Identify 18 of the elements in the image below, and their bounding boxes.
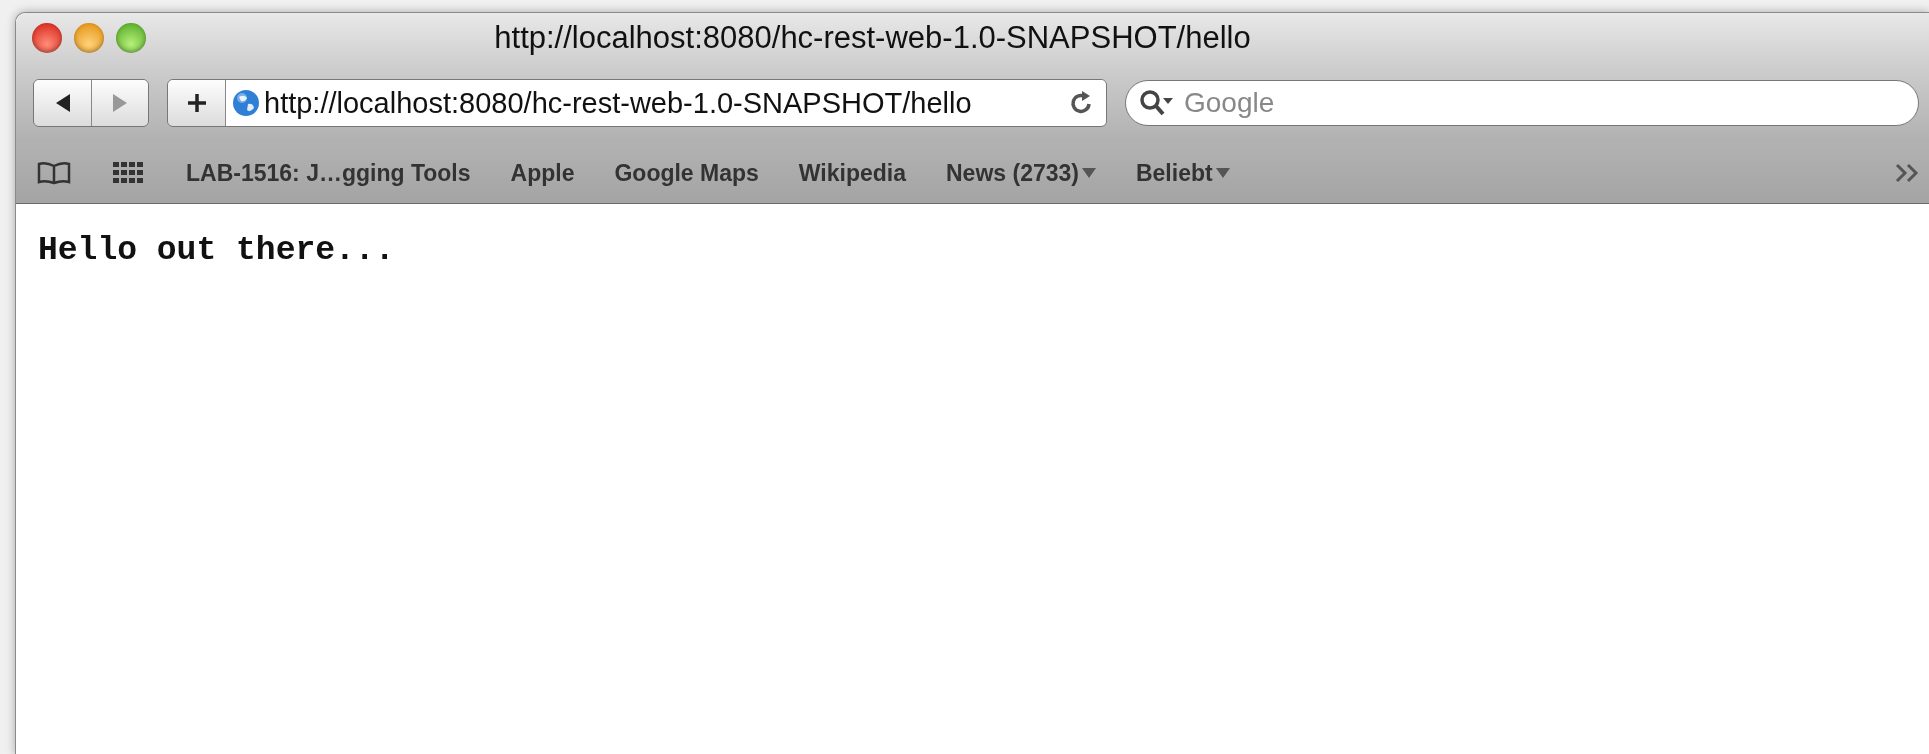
chevron-icon[interactable] xyxy=(1895,163,1921,183)
search-field[interactable]: Google xyxy=(1125,80,1919,126)
bookmark-link[interactable]: Wikipedia xyxy=(798,159,906,187)
caret-icon xyxy=(1081,168,1096,178)
bookmark-menu[interactable]: News (2733) xyxy=(946,159,1096,187)
bookmark-link[interactable]: Google Maps xyxy=(614,159,759,187)
close-button[interactable] xyxy=(32,23,62,53)
bookmark-link[interactable]: LAB-1516: J…gging Tools xyxy=(186,159,471,187)
grid-icon[interactable] xyxy=(112,161,146,185)
book-icon[interactable] xyxy=(36,161,72,185)
window-title: http://localhost:8080/hc-rest-web-1.0-SNAPSHOT/hello xyxy=(493,20,1252,56)
bookmark-link[interactable]: Apple xyxy=(510,159,575,187)
back-button[interactable] xyxy=(34,80,91,126)
bookmark-menu[interactable]: Beliebt xyxy=(1135,159,1230,187)
search-icon xyxy=(1139,89,1175,117)
forward-icon xyxy=(111,93,129,113)
page-text: Hello out there... xyxy=(38,232,396,269)
caret-icon xyxy=(1215,168,1230,178)
